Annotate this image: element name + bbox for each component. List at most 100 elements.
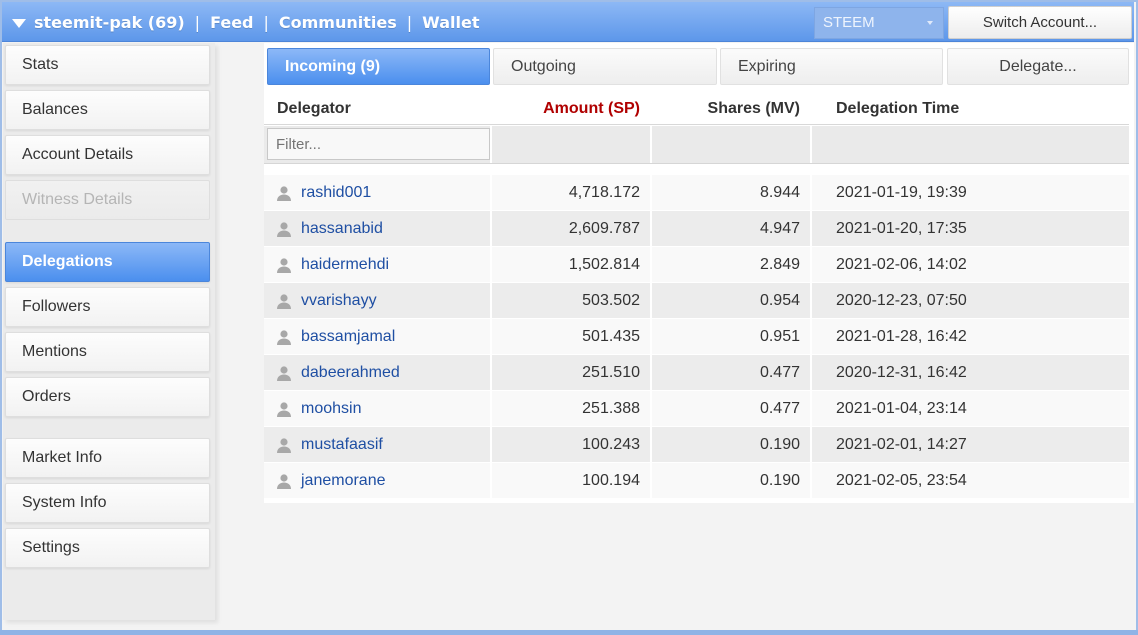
- delegator-link[interactable]: haidermehdi: [301, 247, 389, 283]
- delegator-link[interactable]: bassamjamal: [301, 319, 395, 355]
- delegator-link[interactable]: janemorane: [301, 463, 386, 499]
- user-icon: [277, 402, 291, 417]
- shares-cell: 0.190: [759, 472, 800, 489]
- column-header-delegation-time[interactable]: Delegation Time: [836, 100, 959, 118]
- sidebar-item-followers[interactable]: Followers: [5, 287, 210, 327]
- sidebar-item-delegations[interactable]: Delegations: [5, 242, 210, 282]
- column-header-amount[interactable]: Amount (SP): [543, 100, 640, 118]
- sidebar-item-balances[interactable]: Balances: [5, 90, 210, 130]
- amount-cell: 503.502: [582, 292, 640, 309]
- column-divider: [810, 391, 812, 427]
- top-nav: steemit-pak (69) | Feed | Communities | …: [12, 2, 479, 42]
- tab-expiring[interactable]: Expiring: [720, 48, 943, 85]
- account-dropdown-icon[interactable]: [12, 18, 26, 28]
- shares-cell: 0.477: [759, 364, 800, 381]
- delegation-time-cell: 2021-02-06, 14:02: [836, 256, 967, 273]
- delegation-time-cell: 2021-01-04, 23:14: [836, 400, 967, 417]
- user-icon: [277, 330, 291, 345]
- tab-outgoing[interactable]: Outgoing: [493, 48, 717, 85]
- column-divider: [810, 319, 812, 355]
- shares-cell: 4.947: [759, 220, 800, 237]
- nav-communities[interactable]: Communities: [279, 13, 397, 32]
- delegator-link[interactable]: dabeerahmed: [301, 355, 400, 391]
- filter-cell: [490, 126, 650, 163]
- sidebar: Stats Balances Account Details Witness D…: [3, 43, 215, 620]
- amount-cell: 251.388: [582, 400, 640, 417]
- delegation-time-cell: 2021-01-19, 19:39: [836, 184, 967, 201]
- delegator-link[interactable]: mustafaasif: [301, 427, 383, 463]
- filter-cell: [650, 126, 810, 163]
- sidebar-item-system-info[interactable]: System Info: [5, 483, 210, 523]
- shares-cell: 0.190: [759, 436, 800, 453]
- user-icon: [277, 294, 291, 309]
- delegation-time-cell: 2020-12-23, 07:50: [836, 292, 967, 309]
- sidebar-item-account-details[interactable]: Account Details: [5, 135, 210, 175]
- table-row: janemorane 100.194 0.190 2021-02-05, 23:…: [264, 462, 1129, 499]
- sidebar-item-mentions[interactable]: Mentions: [5, 332, 210, 372]
- delegator-link[interactable]: vvarishayy: [301, 283, 377, 319]
- user-icon: [277, 474, 291, 489]
- sidebar-item-orders[interactable]: Orders: [5, 377, 210, 417]
- user-icon: [277, 258, 291, 273]
- table-header: Delegator Amount (SP) Shares (MV) Delega…: [264, 91, 1129, 125]
- delegation-time-cell: 2021-01-20, 17:35: [836, 220, 967, 237]
- table-row: haidermehdi 1,502.814 2.849 2021-02-06, …: [264, 246, 1129, 283]
- amount-cell: 1,502.814: [568, 256, 640, 273]
- sidebar-item-stats[interactable]: Stats: [5, 45, 210, 85]
- amount-cell: 251.510: [582, 364, 640, 381]
- sidebar-item-settings[interactable]: Settings: [5, 528, 210, 568]
- delegator-filter-input[interactable]: [267, 128, 490, 160]
- column-divider: [810, 463, 812, 499]
- shares-cell: 8.944: [759, 184, 800, 201]
- amount-cell: 2,609.787: [568, 220, 640, 237]
- delegation-time-cell: 2020-12-31, 16:42: [836, 364, 967, 381]
- filter-cell: [810, 126, 1129, 163]
- table-row: moohsin 251.388 0.477 2021-01-04, 23:14: [264, 390, 1129, 427]
- nav-feed[interactable]: Feed: [210, 13, 253, 32]
- table-row: bassamjamal 501.435 0.951 2021-01-28, 16…: [264, 318, 1129, 355]
- delegation-time-cell: 2021-02-01, 14:27: [836, 436, 967, 453]
- column-divider: [810, 175, 812, 211]
- delegations-table-body: rashid001 4,718.172 8.944 2021-01-19, 19…: [264, 174, 1129, 499]
- user-icon: [277, 222, 291, 237]
- table-row: hassanabid 2,609.787 4.947 2021-01-20, 1…: [264, 210, 1129, 247]
- column-divider: [810, 355, 812, 391]
- delegator-link[interactable]: rashid001: [301, 175, 371, 211]
- delegator-link[interactable]: hassanabid: [301, 211, 383, 247]
- filter-row: [264, 126, 1129, 164]
- nav-separator: |: [263, 12, 269, 32]
- currency-select-value: STEEM: [823, 14, 875, 31]
- table-row: dabeerahmed 251.510 0.477 2020-12-31, 16…: [264, 354, 1129, 391]
- table-row: mustafaasif 100.243 0.190 2021-02-01, 14…: [264, 426, 1129, 463]
- amount-cell: 4,718.172: [568, 184, 640, 201]
- delegator-link[interactable]: moohsin: [301, 391, 361, 427]
- switch-account-button[interactable]: Switch Account...: [948, 6, 1132, 39]
- column-header-shares[interactable]: Shares (MV): [708, 100, 800, 118]
- nav-separator: |: [194, 12, 201, 32]
- amount-cell: 501.435: [582, 328, 640, 345]
- user-icon: [277, 366, 291, 381]
- column-divider: [810, 211, 812, 247]
- user-icon: [277, 438, 291, 453]
- column-divider: [810, 427, 812, 463]
- table-row: rashid001 4,718.172 8.944 2021-01-19, 19…: [264, 174, 1129, 211]
- delegate-button[interactable]: Delegate...: [947, 48, 1129, 85]
- currency-select[interactable]: STEEM: [814, 7, 944, 39]
- nav-wallet[interactable]: Wallet: [422, 13, 479, 32]
- shares-cell: 2.849: [759, 256, 800, 273]
- delegation-time-cell: 2021-02-05, 23:54: [836, 472, 967, 489]
- shares-cell: 0.954: [759, 292, 800, 309]
- amount-cell: 100.194: [582, 472, 640, 489]
- user-icon: [277, 186, 291, 201]
- account-menu[interactable]: steemit-pak (69): [34, 13, 185, 32]
- column-header-delegator[interactable]: Delegator: [277, 100, 351, 118]
- column-divider: [810, 283, 812, 319]
- column-divider: [810, 247, 812, 283]
- nav-separator: |: [406, 12, 413, 32]
- delegations-panel: Incoming (9) Outgoing Expiring Delegate.…: [264, 43, 1134, 503]
- shares-cell: 0.951: [759, 328, 800, 345]
- sidebar-item-market-info[interactable]: Market Info: [5, 438, 210, 478]
- delegation-time-cell: 2021-01-28, 16:42: [836, 328, 967, 345]
- tab-incoming[interactable]: Incoming (9): [267, 48, 490, 85]
- bottom-border: [0, 630, 1138, 635]
